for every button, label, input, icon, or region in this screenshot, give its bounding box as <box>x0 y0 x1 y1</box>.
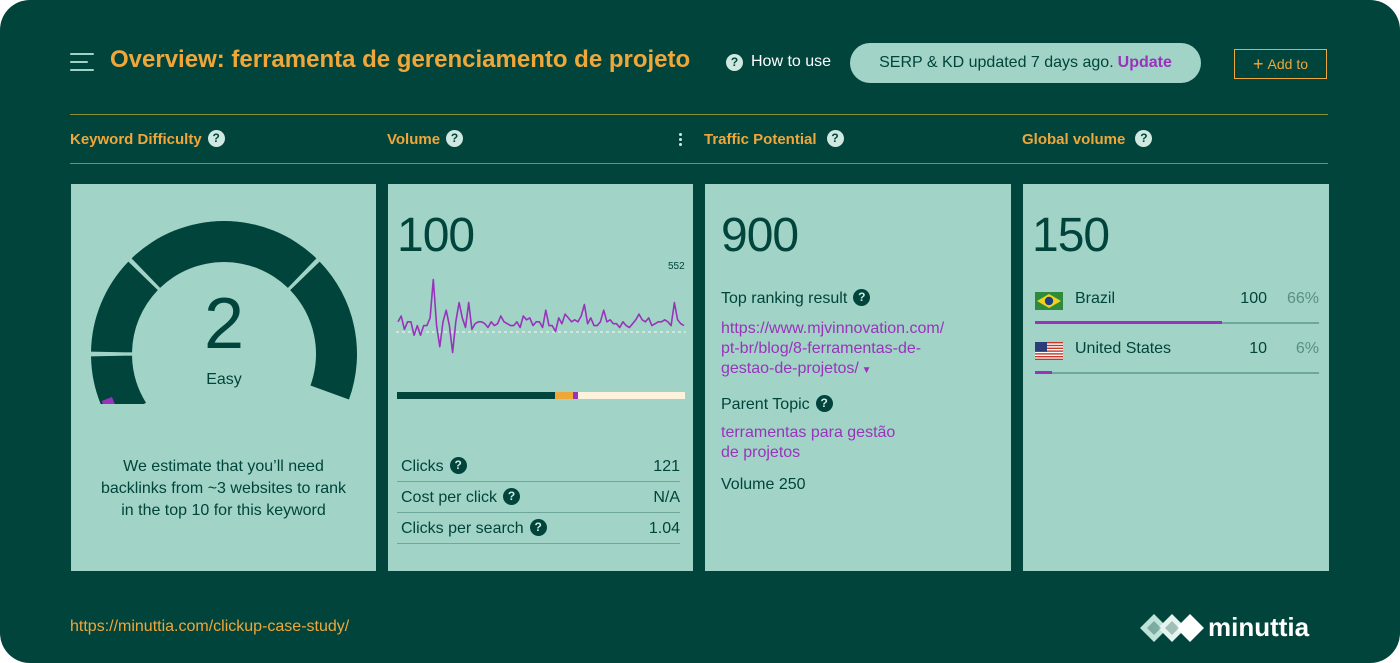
help-icon[interactable]: ? <box>529 518 547 536</box>
distribution-segment <box>578 392 685 399</box>
metric-row: Clicks per search? 1.04 <box>397 513 680 544</box>
help-icon[interactable]: ? <box>853 288 871 306</box>
column-header-traffic: Traffic Potential? <box>704 130 844 148</box>
gauge-segment <box>91 261 158 353</box>
parent-topic-volume: Volume 250 <box>721 476 806 493</box>
distribution-segment <box>555 392 573 399</box>
overview-header: Overview: ferramenta de gerenciamento de… <box>70 40 1328 88</box>
footer-url[interactable]: https://minuttia.com/clickup-case-study/ <box>70 618 349 636</box>
help-icon[interactable]: ? <box>503 487 521 505</box>
traffic-potential-value: 900 <box>721 209 799 262</box>
kd-estimate: We estimate that you’ll need backlinks f… <box>101 458 346 519</box>
us-flag-icon <box>1035 342 1063 360</box>
traffic-distribution-bar <box>397 392 685 399</box>
volume-card: 100 552 Clicks? 121 Cost per click? N/A … <box>388 184 693 571</box>
top-ranking-url[interactable]: https://www.mjvinnovation.com/ pt-br/blo… <box>721 319 944 381</box>
how-to-use-link[interactable]: How to use <box>751 53 831 71</box>
help-icon[interactable]: ? <box>446 130 464 148</box>
add-to-button[interactable]: + Add to <box>1234 49 1327 79</box>
brand-mark-icon <box>1140 614 1204 642</box>
volume-metrics: Clicks? 121 Cost per click? N/A Clicks p… <box>397 451 680 544</box>
help-icon[interactable]: ? <box>449 456 467 474</box>
divider <box>70 163 1328 164</box>
update-link[interactable]: Update <box>1118 54 1172 71</box>
share-bar <box>1035 321 1223 324</box>
volume-trend-chart <box>396 278 686 354</box>
plus-icon: + <box>1253 54 1264 74</box>
country-row-united-states: United States 10 6% <box>1035 334 1319 374</box>
help-icon[interactable]: ? <box>815 394 833 412</box>
global-volume-value: 150 <box>1032 209 1110 262</box>
kd-gauge: 2 Easy <box>91 221 357 404</box>
page-title: Overview: ferramenta de gerenciamento de… <box>110 46 691 73</box>
column-header-kd: Keyword Difficulty? <box>70 130 225 148</box>
share-track <box>1035 372 1319 374</box>
kd-label: Easy <box>206 371 242 388</box>
global-volume-card: 150 Brazil 100 66% United States 10 6% <box>1023 184 1329 571</box>
traffic-potential-card: 900 Top ranking result? https://www.mjvi… <box>705 184 1011 571</box>
help-icon[interactable]: ? <box>826 130 844 148</box>
metric-row: Clicks? 121 <box>397 451 680 482</box>
serp-status-pill: SERP & KD updated 7 days ago. Update <box>850 43 1201 83</box>
serp-status-text: SERP & KD updated 7 days ago. <box>879 54 1114 71</box>
kd-card: 2 Easy We estimate that you’ll need back… <box>71 184 376 571</box>
distribution-segment <box>397 392 556 399</box>
parent-topic-label: Parent Topic? <box>721 394 833 414</box>
divider <box>70 114 1328 115</box>
column-header-volume: Volume? <box>387 130 464 148</box>
more-options-icon[interactable] <box>678 133 684 149</box>
metric-row: Cost per click? N/A <box>397 482 680 513</box>
brand-logo: minuttia <box>1140 610 1330 646</box>
brazil-flag-icon <box>1035 292 1063 310</box>
parent-topic-link[interactable]: terramentas para gestão de projetos <box>721 423 895 463</box>
help-icon[interactable]: ? <box>207 130 225 148</box>
overview-panel: Overview: ferramenta de gerenciamento de… <box>0 0 1400 663</box>
gauge-segment <box>131 221 317 288</box>
column-header-global: Global volume? <box>1022 130 1153 148</box>
gauge-segment <box>290 261 357 400</box>
add-to-label: Add to <box>1267 56 1308 72</box>
gauge-segment <box>91 355 146 404</box>
trend-line <box>397 278 685 354</box>
caret-down-icon[interactable]: ▼ <box>859 365 872 376</box>
share-bar <box>1035 371 1053 374</box>
help-icon[interactable]: ? <box>726 54 743 71</box>
country-row-brazil: Brazil 100 66% <box>1035 284 1319 324</box>
kd-value: 2 <box>204 284 244 364</box>
volume-value: 100 <box>397 209 475 262</box>
top-ranking-label: Top ranking result? <box>721 288 871 308</box>
brand-name: minuttia <box>1208 612 1310 642</box>
help-icon[interactable]: ? <box>1135 130 1153 148</box>
menu-icon[interactable] <box>70 53 94 71</box>
